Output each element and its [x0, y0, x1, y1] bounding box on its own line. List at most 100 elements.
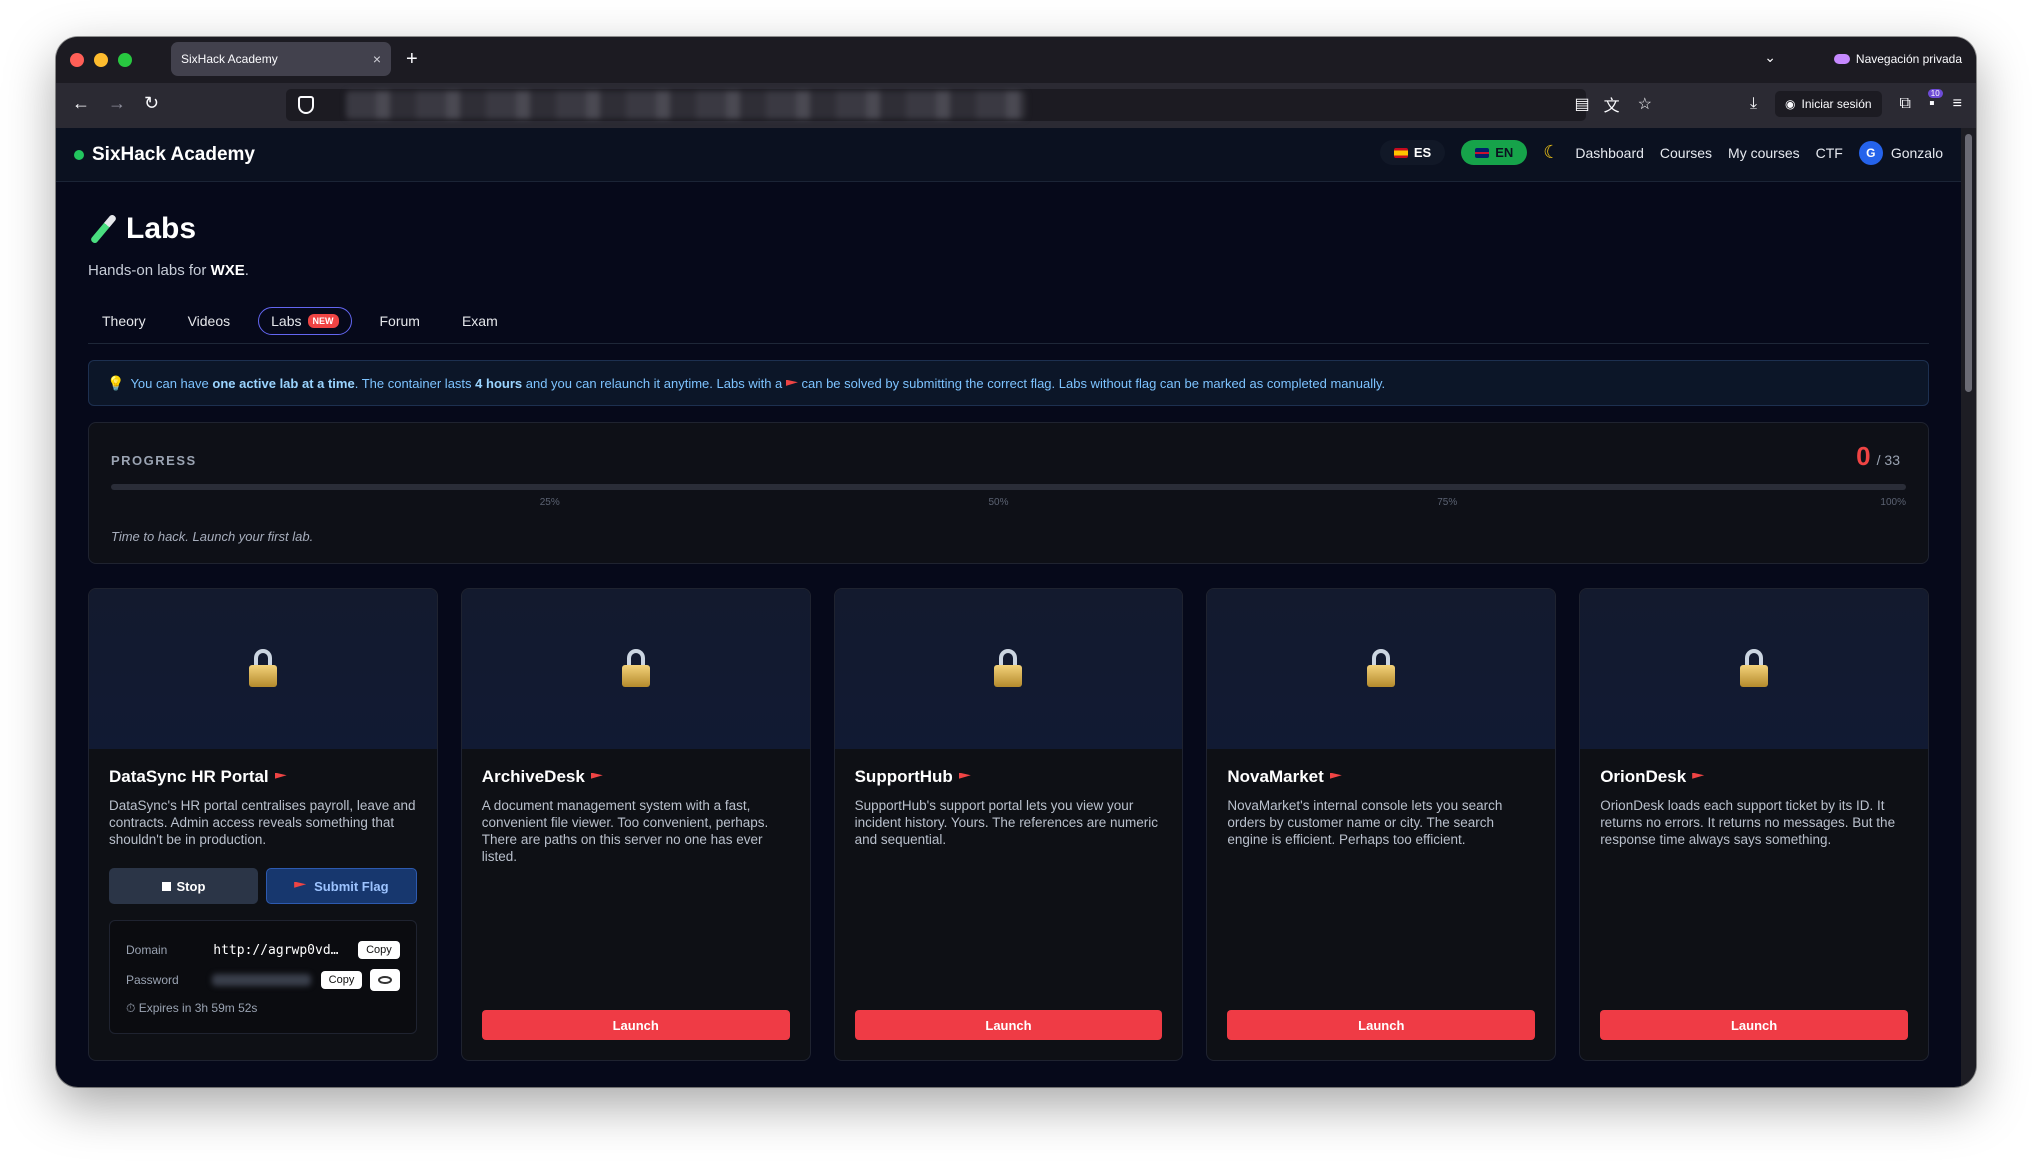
page-scrollbar[interactable] — [1961, 128, 1976, 1087]
copy-password-button[interactable]: Copy — [320, 971, 363, 989]
page-subtitle: Hands-on labs for WXE. — [88, 262, 1929, 279]
tab-forum[interactable]: Forum — [366, 307, 434, 335]
padlock-icon — [248, 649, 277, 689]
reader-view-icon[interactable]: ▤ — [1574, 94, 1589, 114]
dark-mode-moon-icon[interactable]: ☾ — [1543, 142, 1559, 163]
info-text: You can have one active lab at a time. T… — [130, 376, 1385, 391]
forward-arrow-icon[interactable]: → — [108, 93, 126, 114]
red-flag-icon — [1692, 772, 1705, 779]
lang-en-button[interactable]: EN — [1461, 140, 1528, 165]
page-title-text: Labs — [126, 212, 197, 245]
info-bold2: 4 hours — [475, 375, 523, 391]
red-flag-icon — [785, 379, 798, 386]
launch-button[interactable]: Launch — [481, 1010, 790, 1040]
nav-my-courses[interactable]: My courses — [1728, 145, 1800, 161]
lab-actions: Stop Submit Flag — [109, 868, 417, 904]
red-flag-icon — [274, 772, 287, 779]
url-bar[interactable] — [286, 89, 1586, 121]
extension-badge-count: 10 — [1927, 89, 1943, 98]
new-tab-button[interactable]: + — [406, 47, 418, 71]
lab-card-image — [1580, 589, 1928, 749]
lang-es-label: ES — [1413, 145, 1432, 160]
lab-title: ArchiveDesk — [482, 767, 790, 787]
avatar: G — [1858, 140, 1883, 165]
nav-ctf[interactable]: CTF — [1816, 145, 1843, 161]
tab-close-icon[interactable]: × — [373, 51, 381, 67]
tab-videos[interactable]: Videos — [174, 307, 245, 335]
tick-50: 50% — [988, 497, 1009, 508]
extension-badge-icon[interactable]: ▪ 10 — [1927, 89, 1943, 113]
nav-courses[interactable]: Courses — [1660, 145, 1712, 161]
password-label: Password — [126, 973, 179, 987]
tab-labs-label: Labs — [271, 313, 302, 329]
expires-countdown: ⏱ Expires in 3h 59m 52s — [126, 1001, 258, 1015]
lab-title: NovaMarket — [1227, 767, 1535, 787]
lab-description: DataSync's HR portal centralises payroll… — [109, 798, 416, 847]
new-badge: NEW — [307, 314, 339, 328]
maximize-window-button[interactable] — [118, 53, 132, 67]
submit-flag-button[interactable]: Submit Flag — [265, 868, 417, 904]
progress-completed: 0 — [1856, 441, 1871, 471]
lang-es-button[interactable]: ES — [1379, 140, 1446, 165]
download-icon[interactable]: ⤓ — [1750, 95, 1757, 113]
tab-theory[interactable]: Theory — [88, 307, 160, 335]
progress-count: 0 / 33 — [1856, 441, 1900, 472]
domain-value[interactable]: http://agrwp0vd… — [213, 943, 352, 958]
user-menu[interactable]: G Gonzalo — [1858, 140, 1943, 165]
info-banner: 💡 You can have one active lab at a time.… — [88, 360, 1929, 406]
copy-domain-button[interactable]: Copy — [358, 941, 400, 959]
subtitle-prefix: Hands-on labs for — [88, 262, 211, 279]
lab-title: SupportHub — [855, 767, 1163, 787]
launch-button[interactable]: Launch — [1600, 1010, 1908, 1040]
padlock-icon — [621, 649, 650, 689]
menu-icon[interactable]: ≡ — [1953, 95, 1962, 113]
status-dot-icon — [74, 149, 84, 160]
padlock-icon — [1740, 649, 1769, 689]
password-value-hidden — [212, 974, 311, 986]
password-row: Password Copy — [126, 965, 400, 995]
lab-cards: DataSync HR Portal DataSync's HR portal … — [88, 588, 1929, 1061]
launch-button[interactable]: Launch — [1227, 1010, 1536, 1040]
minimize-window-button[interactable] — [94, 53, 108, 67]
progress-message: Time to hack. Launch your first lab. — [111, 529, 314, 544]
signin-label: Iniciar sesión — [1801, 97, 1872, 111]
username: Gonzalo — [1890, 144, 1943, 161]
padlock-icon — [994, 649, 1023, 689]
info-part4: can be solved by submitting the correct … — [797, 375, 1386, 391]
site-logo[interactable]: SixHack Academy — [92, 144, 255, 166]
signin-button[interactable]: ◉ Iniciar sesión — [1775, 91, 1882, 117]
tab-labs[interactable]: Labs NEW — [258, 307, 352, 335]
lab-card-archivedesk: ArchiveDesk A document management system… — [460, 588, 811, 1061]
page-title: Labs — [88, 212, 1929, 246]
shield-icon[interactable] — [298, 96, 314, 114]
lab-description: SupportHub's support portal lets you vie… — [854, 798, 1159, 847]
submit-flag-label: Submit Flag — [314, 878, 389, 894]
reload-icon[interactable]: ↻ — [144, 93, 159, 114]
back-arrow-icon[interactable]: ← — [72, 93, 90, 114]
tab-title: SixHack Academy — [181, 52, 278, 66]
extensions-icon[interactable]: ⧉ — [1900, 95, 1911, 113]
lab-description: A document management system with a fast… — [481, 798, 769, 864]
tab-list-chevron-icon[interactable]: ⌄ — [1764, 49, 1776, 66]
private-browsing-indicator: Navegación privada — [1833, 52, 1962, 66]
close-window-button[interactable] — [70, 53, 84, 67]
show-password-eye-icon[interactable] — [370, 969, 400, 991]
lightbulb-icon: 💡 — [107, 374, 125, 391]
padlock-icon — [1367, 649, 1396, 689]
browser-window: SixHack Academy × + ⌄ Navegación privada… — [56, 37, 1976, 1087]
lab-card-novamarket: NovaMarket NovaMarket's internal console… — [1206, 588, 1557, 1061]
scrollbar-thumb[interactable] — [1965, 134, 1972, 392]
progress-label: PROGRESS — [111, 453, 197, 468]
stop-button[interactable]: Stop — [109, 868, 258, 904]
translate-icon[interactable]: 文 — [1604, 92, 1620, 116]
lab-description: NovaMarket's internal console lets you s… — [1227, 798, 1503, 847]
nav-dashboard[interactable]: Dashboard — [1575, 145, 1644, 161]
bookmark-star-icon[interactable]: ☆ — [1638, 94, 1652, 114]
header-nav: ES EN ☾ Dashboard Courses My courses CTF… — [1379, 140, 1943, 165]
subtitle-course: WXE — [210, 262, 245, 279]
browser-tab-active[interactable]: SixHack Academy × — [171, 42, 391, 76]
subtitle-suffix: . — [244, 262, 249, 279]
browser-tabbar: SixHack Academy × + ⌄ Navegación privada — [56, 37, 1976, 83]
launch-button[interactable]: Launch — [854, 1010, 1163, 1040]
tab-exam[interactable]: Exam — [448, 307, 512, 335]
